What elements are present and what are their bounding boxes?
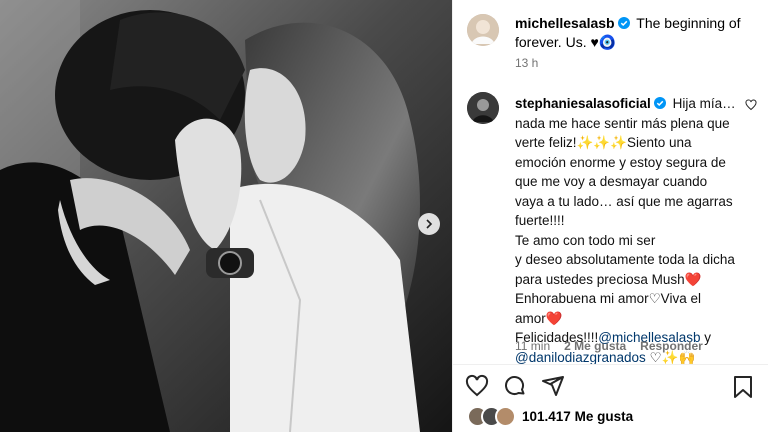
comment-line: fuerte!!!!: [515, 213, 565, 228]
chevron-right-icon: [426, 219, 433, 229]
comment-line: y deseo absolutamente toda la dicha: [515, 252, 735, 267]
comment-line: que me voy a desmayar cuando: [515, 174, 708, 189]
comment-like-heart-icon[interactable]: [745, 99, 757, 111]
comment-meta: 11 min 2 Me gusta Responder: [515, 339, 703, 353]
comment-icon[interactable]: [503, 374, 527, 398]
comment-line: emoción enorme y estoy segura de: [515, 154, 726, 170]
action-bar: [465, 374, 565, 398]
liker-avatar: [495, 406, 516, 427]
comment-line: para ustedes preciosa Mush❤️: [515, 271, 702, 287]
comment-line: amor❤️: [515, 310, 563, 326]
commenter-username[interactable]: stephaniesalasoficial: [515, 96, 651, 111]
verified-badge-icon: [617, 17, 630, 29]
post-photo[interactable]: [0, 0, 452, 432]
comment-line: Enhorabuena mi amor♡Viva el: [515, 291, 701, 306]
comment-line: vaya a tu lado… así que me agarras: [515, 193, 733, 209]
comment-line: verte feliz!✨✨✨Siento una: [515, 135, 692, 150]
next-photo-button[interactable]: [418, 213, 440, 235]
avatar-image: [467, 14, 499, 46]
comment-line: nada me hace sentir más plena que: [515, 115, 730, 131]
comment-line: Te amo con todo mi ser: [515, 232, 656, 248]
likes-count: 101.417: [522, 409, 571, 424]
reply-button[interactable]: Responder: [640, 339, 703, 353]
caption-time: 13 h: [515, 56, 539, 70]
liker-avatars: [467, 406, 516, 427]
comment-line: Hija mía…: [672, 96, 736, 111]
comment-time: 11 min: [515, 339, 551, 353]
divider: [453, 364, 768, 365]
commenter-avatar[interactable]: [467, 92, 499, 124]
comment-likes[interactable]: 2 Me gusta: [564, 339, 626, 353]
bookmark-icon[interactable]: [732, 375, 754, 399]
verified-badge-icon: [653, 97, 666, 109]
author-avatar[interactable]: [467, 14, 499, 46]
likes-summary[interactable]: 101.417 Me gusta: [467, 406, 633, 427]
post-caption: michellesalasb The beginning of forever.…: [515, 14, 755, 52]
heart-icon[interactable]: [465, 374, 489, 398]
avatar-image: [467, 92, 499, 124]
post-detail-panel: michellesalasb The beginning of forever.…: [452, 0, 768, 432]
author-username[interactable]: michellesalasb: [515, 15, 615, 31]
photo-image: [0, 0, 452, 432]
comment-body: stephaniesalasoficial Hija mía… nada me …: [515, 94, 745, 367]
likes-label: Me gusta: [574, 409, 634, 424]
share-icon[interactable]: [541, 374, 565, 398]
